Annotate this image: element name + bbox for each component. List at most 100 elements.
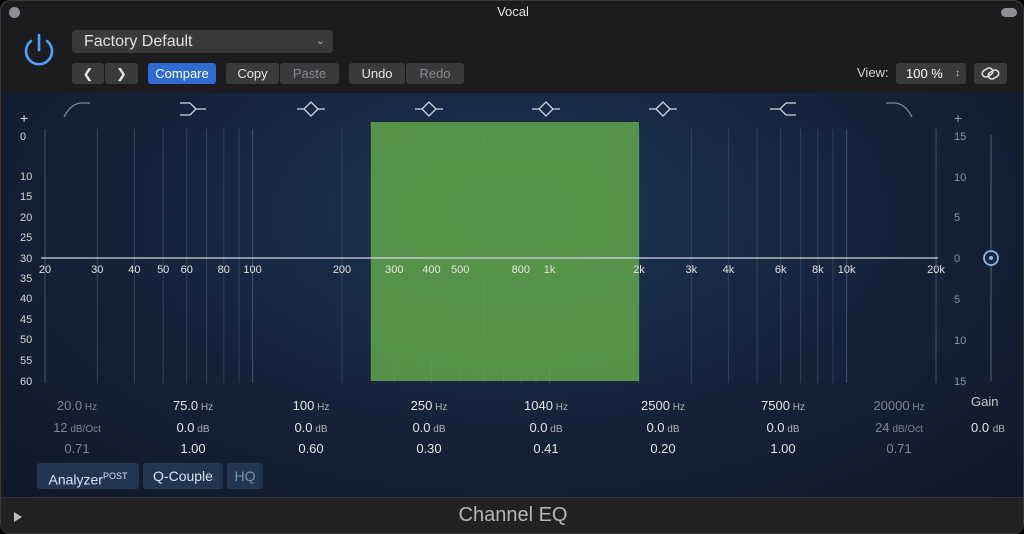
band-gain-unit: dB — [312, 424, 328, 435]
band-frequency[interactable]: 2500 Hz — [613, 398, 713, 413]
redo-button[interactable]: Redo — [406, 63, 464, 84]
view-label: View: — [857, 65, 889, 80]
view-zoom-select[interactable]: 100 % ↕ — [896, 63, 966, 84]
hq-button[interactable]: HQ — [227, 463, 263, 489]
band-frequency-unit: Hz — [669, 402, 685, 413]
band-gain-unit: dB — [194, 424, 210, 435]
preset-dropdown[interactable]: Factory Default ⌄ — [72, 30, 333, 53]
band-q[interactable]: 0.20 — [613, 441, 713, 456]
band-gain[interactable]: 0.0 dB — [613, 420, 713, 435]
band-frequency-value: 250 — [410, 398, 433, 413]
band-q[interactable]: 0.71 — [27, 441, 127, 456]
link-button[interactable] — [974, 63, 1007, 84]
band-gain-value: 0.0 — [766, 420, 785, 435]
frequency-label: 1k — [544, 264, 556, 276]
view-zoom-value: 100 % — [906, 66, 943, 81]
frequency-label: 500 — [451, 264, 469, 276]
band-q[interactable]: 0.41 — [496, 441, 596, 456]
band-frequency-unit: Hz — [789, 402, 805, 413]
q-couple-button[interactable]: Q-Couple — [143, 463, 223, 489]
band-gain[interactable]: 0.0 dB — [733, 420, 833, 435]
low-shelf-icon[interactable] — [180, 102, 206, 116]
window-control-icon[interactable] — [1001, 8, 1017, 17]
band-q-value: 1.00 — [180, 441, 206, 456]
eq-graph[interactable]: +01015202530354045505560+1510505101520 30… — [3, 93, 1023, 497]
title-bar[interactable]: Vocal — [1, 1, 1023, 23]
band-q-value: 0.30 — [416, 441, 442, 456]
db-scale-label: 55 — [20, 355, 32, 367]
band-q-value: 0.60 — [298, 441, 324, 456]
frequency-label: 800 — [512, 264, 530, 276]
band-frequency[interactable]: 20000 Hz — [849, 398, 949, 413]
band-icon-shape — [770, 102, 796, 116]
band-gain[interactable]: 12 dB/Oct — [27, 420, 127, 435]
gain-scale-label: 10 — [954, 172, 966, 184]
band-frequency[interactable]: 7500 Hz — [733, 398, 833, 413]
chevron-down-icon: ⌄ — [315, 35, 325, 47]
gain-slider-knob-center — [989, 256, 993, 260]
gain-scale-label: + — [954, 110, 962, 126]
band-frequency-unit: Hz — [314, 402, 330, 413]
band-gain-unit: dB — [664, 424, 680, 435]
power-icon[interactable] — [19, 31, 59, 71]
band-frequency[interactable]: 75.0 Hz — [143, 398, 243, 413]
band-q[interactable]: 0.30 — [379, 441, 479, 456]
bell-icon[interactable] — [297, 101, 325, 117]
compare-button[interactable]: Compare — [148, 63, 216, 84]
band-gain-unit: dB — [430, 424, 446, 435]
bell-icon[interactable] — [415, 101, 443, 117]
paste-button[interactable]: Paste — [280, 63, 339, 84]
high-shelf-icon[interactable] — [770, 102, 796, 116]
band-gain[interactable]: 0.0 dB — [261, 420, 361, 435]
band-q[interactable]: 0.71 — [849, 441, 949, 456]
band-frequency-unit: Hz — [198, 402, 214, 413]
footer: Channel EQ — [1, 497, 1023, 533]
gain-label: Gain — [971, 394, 999, 409]
copy-button[interactable]: Copy — [226, 63, 279, 84]
bell-icon[interactable] — [532, 101, 560, 117]
band-gain[interactable]: 0.0 dB — [496, 420, 596, 435]
frequency-label: 50 — [157, 264, 169, 276]
chevron-right-icon: ❯ — [116, 66, 127, 81]
db-scale-label: 45 — [20, 314, 32, 326]
band-frequency[interactable]: 100 Hz — [261, 398, 361, 413]
band-frequency[interactable]: 20.0 Hz — [27, 398, 127, 413]
close-window-icon[interactable] — [9, 7, 20, 18]
band-frequency[interactable]: 1040 Hz — [496, 398, 596, 413]
frequency-label: 300 — [385, 264, 403, 276]
band-gain[interactable]: 0.0 dB — [143, 420, 243, 435]
band-frequency[interactable]: 250 Hz — [379, 398, 479, 413]
analyzer-button[interactable]: AnalyzerPOST — [37, 463, 139, 489]
frequency-label: 4k — [723, 264, 735, 276]
gain-scale-label: 5 — [954, 294, 960, 306]
frequency-label: 20k — [927, 264, 945, 276]
band-icon-shape — [649, 101, 677, 117]
band-q[interactable]: 1.00 — [143, 441, 243, 456]
db-scale-label: 40 — [20, 293, 32, 305]
previous-preset-button[interactable]: ❮ — [72, 63, 104, 84]
next-preset-button[interactable]: ❯ — [105, 63, 138, 84]
gain-value[interactable]: 0.0 dB — [971, 420, 1005, 435]
band-gain[interactable]: 24 dB/Oct — [849, 420, 949, 435]
band-icon-shape — [297, 101, 325, 117]
band-frequency-value: 2500 — [641, 398, 670, 413]
analyzer-label: Analyzer — [48, 471, 103, 488]
undo-button[interactable]: Undo — [349, 63, 405, 84]
band-frequency-value: 100 — [292, 398, 315, 413]
window-title: Vocal — [497, 4, 529, 19]
band-gain[interactable]: 0.0 dB — [379, 420, 479, 435]
frequency-label: 3k — [685, 264, 697, 276]
bell-icon[interactable] — [649, 101, 677, 117]
band-q[interactable]: 0.60 — [261, 441, 361, 456]
low-cut-icon[interactable] — [63, 102, 90, 118]
band-gain-value: 24 — [875, 420, 890, 435]
band-gain-value: 0.0 — [529, 420, 548, 435]
band-gain-value: 0.0 — [294, 420, 313, 435]
band-gain-value: 12 — [53, 420, 68, 435]
band-frequency-value: 7500 — [761, 398, 790, 413]
db-scale-label: 20 — [20, 212, 32, 224]
high-cut-icon[interactable] — [886, 102, 913, 118]
band-gain-unit: dB — [547, 424, 563, 435]
band-q[interactable]: 1.00 — [733, 441, 833, 456]
frequency-label: 8k — [812, 264, 824, 276]
